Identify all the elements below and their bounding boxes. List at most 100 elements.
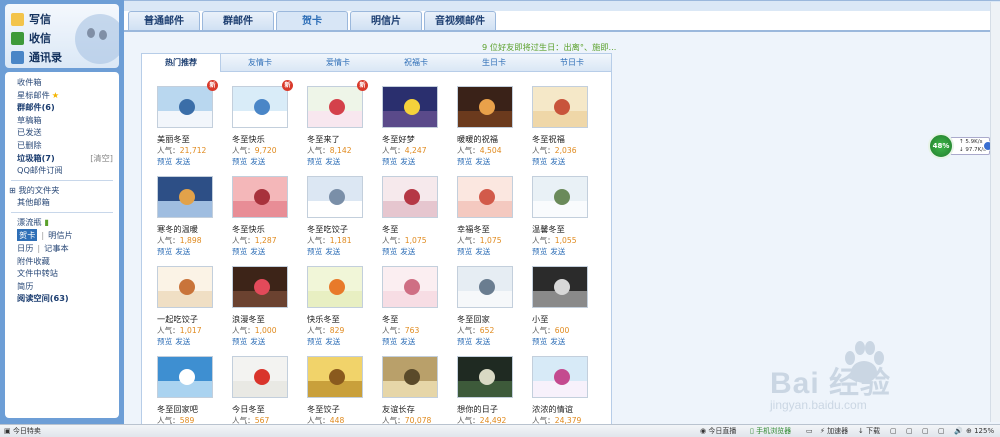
resume-item[interactable]: 简历 (5, 280, 119, 293)
birthday-notice[interactable]: 9 位好友即将过生日：出离°、施即... (482, 41, 616, 53)
send-link[interactable]: 发送 (400, 247, 415, 256)
folder-item[interactable]: 星标邮件 ★ (5, 89, 119, 102)
empty-trash-link[interactable]: [清空] (90, 152, 113, 165)
card-thumbnail[interactable] (532, 176, 588, 218)
card-thumbnail[interactable] (382, 176, 438, 218)
send-link[interactable]: 发送 (175, 247, 190, 256)
send-link[interactable]: 发送 (475, 247, 490, 256)
folder-item[interactable]: 收件箱 (5, 76, 119, 89)
preview-link[interactable]: 预览 (532, 337, 547, 346)
postcard-link[interactable]: 明信片 (48, 229, 73, 241)
preview-link[interactable]: 预览 (307, 247, 322, 256)
card-thumbnail[interactable] (232, 176, 288, 218)
preview-link[interactable]: 预览 (232, 337, 247, 346)
card-thumbnail[interactable] (307, 176, 363, 218)
folder-item[interactable]: 群邮件(6) (5, 101, 119, 114)
card-thumbnail[interactable] (232, 266, 288, 308)
send-link[interactable]: 发送 (550, 157, 565, 166)
card-thumbnail[interactable] (382, 266, 438, 308)
drift-bottle-item[interactable]: 漂流瓶 ▮ (5, 216, 119, 229)
send-link[interactable]: 发送 (400, 157, 415, 166)
send-link[interactable]: 发送 (550, 337, 565, 346)
card-thumbnail[interactable] (157, 176, 213, 218)
calendar-link[interactable]: 日历 (17, 242, 33, 254)
send-link[interactable]: 发送 (250, 157, 265, 166)
preview-link[interactable]: 预览 (457, 157, 472, 166)
preview-link[interactable]: 预览 (532, 247, 547, 256)
folder-item[interactable]: 垃圾箱(7) [清空] (5, 152, 119, 165)
preview-link[interactable]: 预览 (307, 337, 322, 346)
tab-4[interactable]: 音视频邮件 (424, 11, 496, 31)
category-tab-5[interactable]: 节日卡 (533, 54, 611, 72)
card-thumbnail[interactable] (157, 86, 213, 128)
send-link[interactable]: 发送 (400, 337, 415, 346)
send-link[interactable]: 发送 (325, 247, 340, 256)
card-thumbnail[interactable] (382, 356, 438, 398)
category-tab-4[interactable]: 生日卡 (455, 54, 533, 72)
send-link[interactable]: 发送 (175, 337, 190, 346)
volume-icon[interactable]: 🔊 (954, 425, 963, 437)
status-icon[interactable]: ▢ (938, 425, 945, 437)
preview-link[interactable]: 预览 (157, 247, 172, 256)
card-thumbnail[interactable] (382, 86, 438, 128)
send-link[interactable]: 发送 (550, 247, 565, 256)
status-icon[interactable]: ▢ (890, 425, 897, 437)
vertical-scrollbar[interactable] (990, 2, 1000, 422)
tab-3[interactable]: 明信片 (350, 11, 422, 31)
category-tab-2[interactable]: 爱情卡 (299, 54, 377, 72)
deals-link[interactable]: ▣ 今日特卖 (4, 425, 41, 437)
notebook-link[interactable]: 记事本 (44, 242, 69, 254)
category-tab-3[interactable]: 祝福卡 (377, 54, 455, 72)
compose-button[interactable]: 写信 (11, 10, 51, 28)
send-link[interactable]: 发送 (250, 337, 265, 346)
send-link[interactable]: 发送 (475, 157, 490, 166)
download-link[interactable]: ↓ 下载 (858, 425, 880, 437)
category-tab-1[interactable]: 友情卡 (221, 54, 299, 72)
attachments-item[interactable]: 附件收藏 (5, 255, 119, 268)
preview-link[interactable]: 预览 (157, 157, 172, 166)
card-thumbnail[interactable] (307, 356, 363, 398)
send-link[interactable]: 发送 (325, 157, 340, 166)
folder-item[interactable]: 草稿箱 (5, 114, 119, 127)
card-thumbnail[interactable] (457, 176, 513, 218)
send-link[interactable]: 发送 (250, 247, 265, 256)
preview-link[interactable]: 预览 (232, 157, 247, 166)
network-speed-widget[interactable]: ↑ 5.9K/s ↓ 97.7K/s 48% (928, 133, 993, 159)
card-thumbnail[interactable] (457, 266, 513, 308)
live-link[interactable]: ◉ 今日直播 (700, 425, 736, 437)
preview-link[interactable]: 预览 (532, 157, 547, 166)
tab-2[interactable]: 贺卡 (276, 11, 348, 31)
card-thumbnail[interactable] (232, 356, 288, 398)
card-thumbnail[interactable] (157, 266, 213, 308)
file-transfer-item[interactable]: 文件中转站 (5, 267, 119, 280)
preview-link[interactable]: 预览 (157, 337, 172, 346)
folder-item[interactable]: 已发送 (5, 126, 119, 139)
contacts-button[interactable]: 通讯录 (11, 48, 62, 66)
folder-item[interactable]: 已删除 (5, 139, 119, 152)
status-icon[interactable]: ▭ (806, 425, 813, 437)
card-thumbnail[interactable] (307, 86, 363, 128)
send-link[interactable]: 发送 (175, 157, 190, 166)
other-mail-item[interactable]: 其他邮箱 (5, 196, 119, 209)
accelerator-link[interactable]: ⚡ 加速器 (820, 425, 848, 437)
preview-link[interactable]: 预览 (382, 247, 397, 256)
card-thumbnail[interactable] (157, 356, 213, 398)
card-thumbnail[interactable] (532, 356, 588, 398)
card-thumbnail[interactable] (532, 86, 588, 128)
preview-link[interactable]: 预览 (457, 337, 472, 346)
send-link[interactable]: 发送 (325, 337, 340, 346)
preview-link[interactable]: 预览 (307, 157, 322, 166)
card-thumbnail[interactable] (232, 86, 288, 128)
card-thumbnail[interactable] (307, 266, 363, 308)
tab-0[interactable]: 普通邮件 (128, 11, 200, 31)
preview-link[interactable]: 预览 (232, 247, 247, 256)
receive-button[interactable]: 收信 (11, 29, 51, 47)
card-thumbnail[interactable] (532, 266, 588, 308)
tab-1[interactable]: 群邮件 (202, 11, 274, 31)
zoom-level[interactable]: ⊕ 125% (966, 425, 994, 437)
my-folders-item[interactable]: ⊞ 我的文件夹 (5, 184, 119, 197)
greeting-card-link[interactable]: 贺卡 (17, 229, 38, 242)
reading-space-item[interactable]: 阅读空间(63) (5, 292, 119, 305)
card-thumbnail[interactable] (457, 356, 513, 398)
status-icon[interactable]: ▢ (906, 425, 913, 437)
